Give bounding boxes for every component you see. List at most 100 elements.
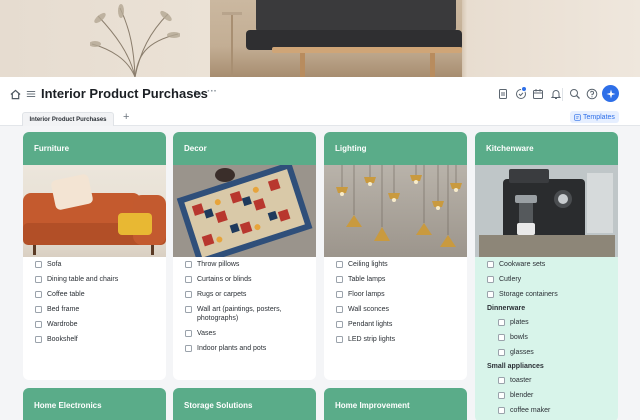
item-label: LED strip lights	[348, 336, 396, 343]
item-label: Wardrobe	[47, 321, 78, 328]
coffee-table-leg	[300, 53, 305, 77]
list-item[interactable]: Vases	[185, 329, 316, 338]
list-item[interactable]: Cookware sets	[487, 260, 618, 269]
item-label: Bed frame	[47, 306, 80, 313]
list-item[interactable]: Curtains or blinds	[185, 275, 316, 284]
column-storage-solutions: Storage Solutions	[173, 388, 316, 420]
list-item[interactable]: Coffee table	[35, 290, 166, 299]
list-item[interactable]: Pendant lights	[336, 320, 467, 329]
templates-label: Templates	[583, 113, 615, 121]
item-label: Throw pillows	[197, 261, 240, 268]
menu-icon[interactable]	[25, 88, 37, 100]
list-item[interactable]: Rugs or carpets	[185, 290, 316, 299]
item-label: blender	[510, 392, 534, 399]
list-item[interactable]: Throw pillows	[185, 260, 316, 269]
template-icon	[574, 113, 581, 121]
checkbox[interactable]	[35, 276, 42, 283]
list-item[interactable]: Cutlery	[487, 275, 618, 284]
checkbox[interactable]	[35, 306, 42, 313]
list-item[interactable]: toaster	[487, 376, 618, 385]
list-item[interactable]: Ceiling lights	[336, 260, 467, 269]
list-item[interactable]: Table lamps	[336, 275, 467, 284]
item-label: Wall sconces	[348, 306, 389, 313]
calendar-icon[interactable]	[532, 88, 544, 100]
checkbox[interactable]	[336, 306, 343, 313]
checkbox[interactable]	[185, 261, 192, 268]
checkbox[interactable]	[185, 330, 192, 337]
item-label: Bookshelf	[47, 336, 78, 343]
checkbox[interactable]	[35, 291, 42, 298]
ai-assistant-button[interactable]	[602, 85, 619, 102]
checkbox[interactable]	[185, 345, 192, 352]
item-label: Cookware sets	[499, 261, 546, 268]
list-item[interactable]: Dining table and chairs	[35, 275, 166, 284]
add-tab-button[interactable]: +	[123, 111, 129, 123]
coffee-table-leg	[430, 53, 435, 77]
list-item[interactable]: Storage containers	[487, 290, 618, 299]
checkbox[interactable]	[498, 392, 505, 399]
checkbox[interactable]	[498, 407, 505, 414]
item-label: Pendant lights	[348, 321, 393, 328]
list-item[interactable]: glasses	[487, 348, 618, 357]
column-lighting: Lighting Ceiling lights Table lamps Floo…	[324, 132, 467, 380]
list-item[interactable]: Wardrobe	[35, 320, 166, 329]
side-table-leg	[231, 15, 233, 77]
item-label: Dining table and chairs	[47, 276, 119, 283]
checkbox[interactable]	[35, 336, 42, 343]
checklist: Throw pillows Curtains or blinds Rugs or…	[173, 257, 316, 353]
checkbox[interactable]	[336, 336, 343, 343]
list-item[interactable]: bowls	[487, 333, 618, 342]
item-label: Indoor plants and pots	[197, 345, 267, 352]
decor-image	[173, 165, 316, 257]
more-icon[interactable]: ···	[207, 86, 217, 97]
checklist: Sofa Dining table and chairs Coffee tabl…	[23, 257, 166, 344]
list-item[interactable]: Indoor plants and pots	[185, 344, 316, 353]
item-label: toaster	[510, 377, 532, 384]
item-label: Storage containers	[499, 291, 558, 298]
list-item[interactable]: LED strip lights	[336, 335, 467, 344]
checkbox[interactable]	[487, 261, 494, 268]
checkbox[interactable]	[487, 291, 494, 298]
item-label: Ceiling lights	[348, 261, 388, 268]
checkbox[interactable]	[185, 276, 192, 283]
checklist: Cookware sets Cutlery Storage containers…	[475, 257, 618, 415]
furniture-image	[23, 165, 166, 257]
checkbox[interactable]	[336, 261, 343, 268]
checkbox[interactable]	[498, 319, 505, 326]
home-icon[interactable]	[9, 88, 21, 100]
checkbox[interactable]	[185, 291, 192, 298]
tab-interior-product-purchases[interactable]: Interior Product Purchases	[22, 112, 114, 126]
list-item[interactable]: Wall sconces	[336, 305, 467, 314]
column-decor: Decor Throw pillows Curtains or blinds R…	[173, 132, 316, 380]
checkbox[interactable]	[336, 276, 343, 283]
search-icon[interactable]	[569, 88, 581, 100]
checkbox[interactable]	[35, 321, 42, 328]
checkbox[interactable]	[185, 306, 192, 313]
item-label: plates	[510, 319, 529, 326]
list-item[interactable]: blender	[487, 391, 618, 400]
notification-dot	[521, 86, 527, 92]
list-item[interactable]: Wall art (paintings, posters, photograph…	[185, 305, 316, 323]
checkbox[interactable]	[498, 334, 505, 341]
list-item[interactable]: Bed frame	[35, 305, 166, 314]
toolbar-divider	[562, 88, 563, 101]
checkbox[interactable]	[498, 377, 505, 384]
bell-icon[interactable]	[550, 88, 562, 100]
templates-button[interactable]: Templates	[570, 111, 619, 123]
help-icon[interactable]	[586, 88, 598, 100]
checkbox[interactable]	[336, 321, 343, 328]
checkbox[interactable]	[498, 349, 505, 356]
checkbox[interactable]	[35, 261, 42, 268]
page-title: Interior Product Purchases	[41, 86, 208, 101]
list-item[interactable]: plates	[487, 318, 618, 327]
list-item[interactable]: coffee maker	[487, 406, 618, 415]
document-icon[interactable]	[497, 88, 509, 100]
sofa-back	[256, 0, 456, 34]
checkbox[interactable]	[487, 276, 494, 283]
list-item[interactable]: Sofa	[35, 260, 166, 269]
checkbox[interactable]	[336, 291, 343, 298]
list-item[interactable]: Bookshelf	[35, 335, 166, 344]
item-label: Floor lamps	[348, 291, 385, 298]
kitchenware-image	[475, 165, 618, 257]
list-item[interactable]: Floor lamps	[336, 290, 467, 299]
